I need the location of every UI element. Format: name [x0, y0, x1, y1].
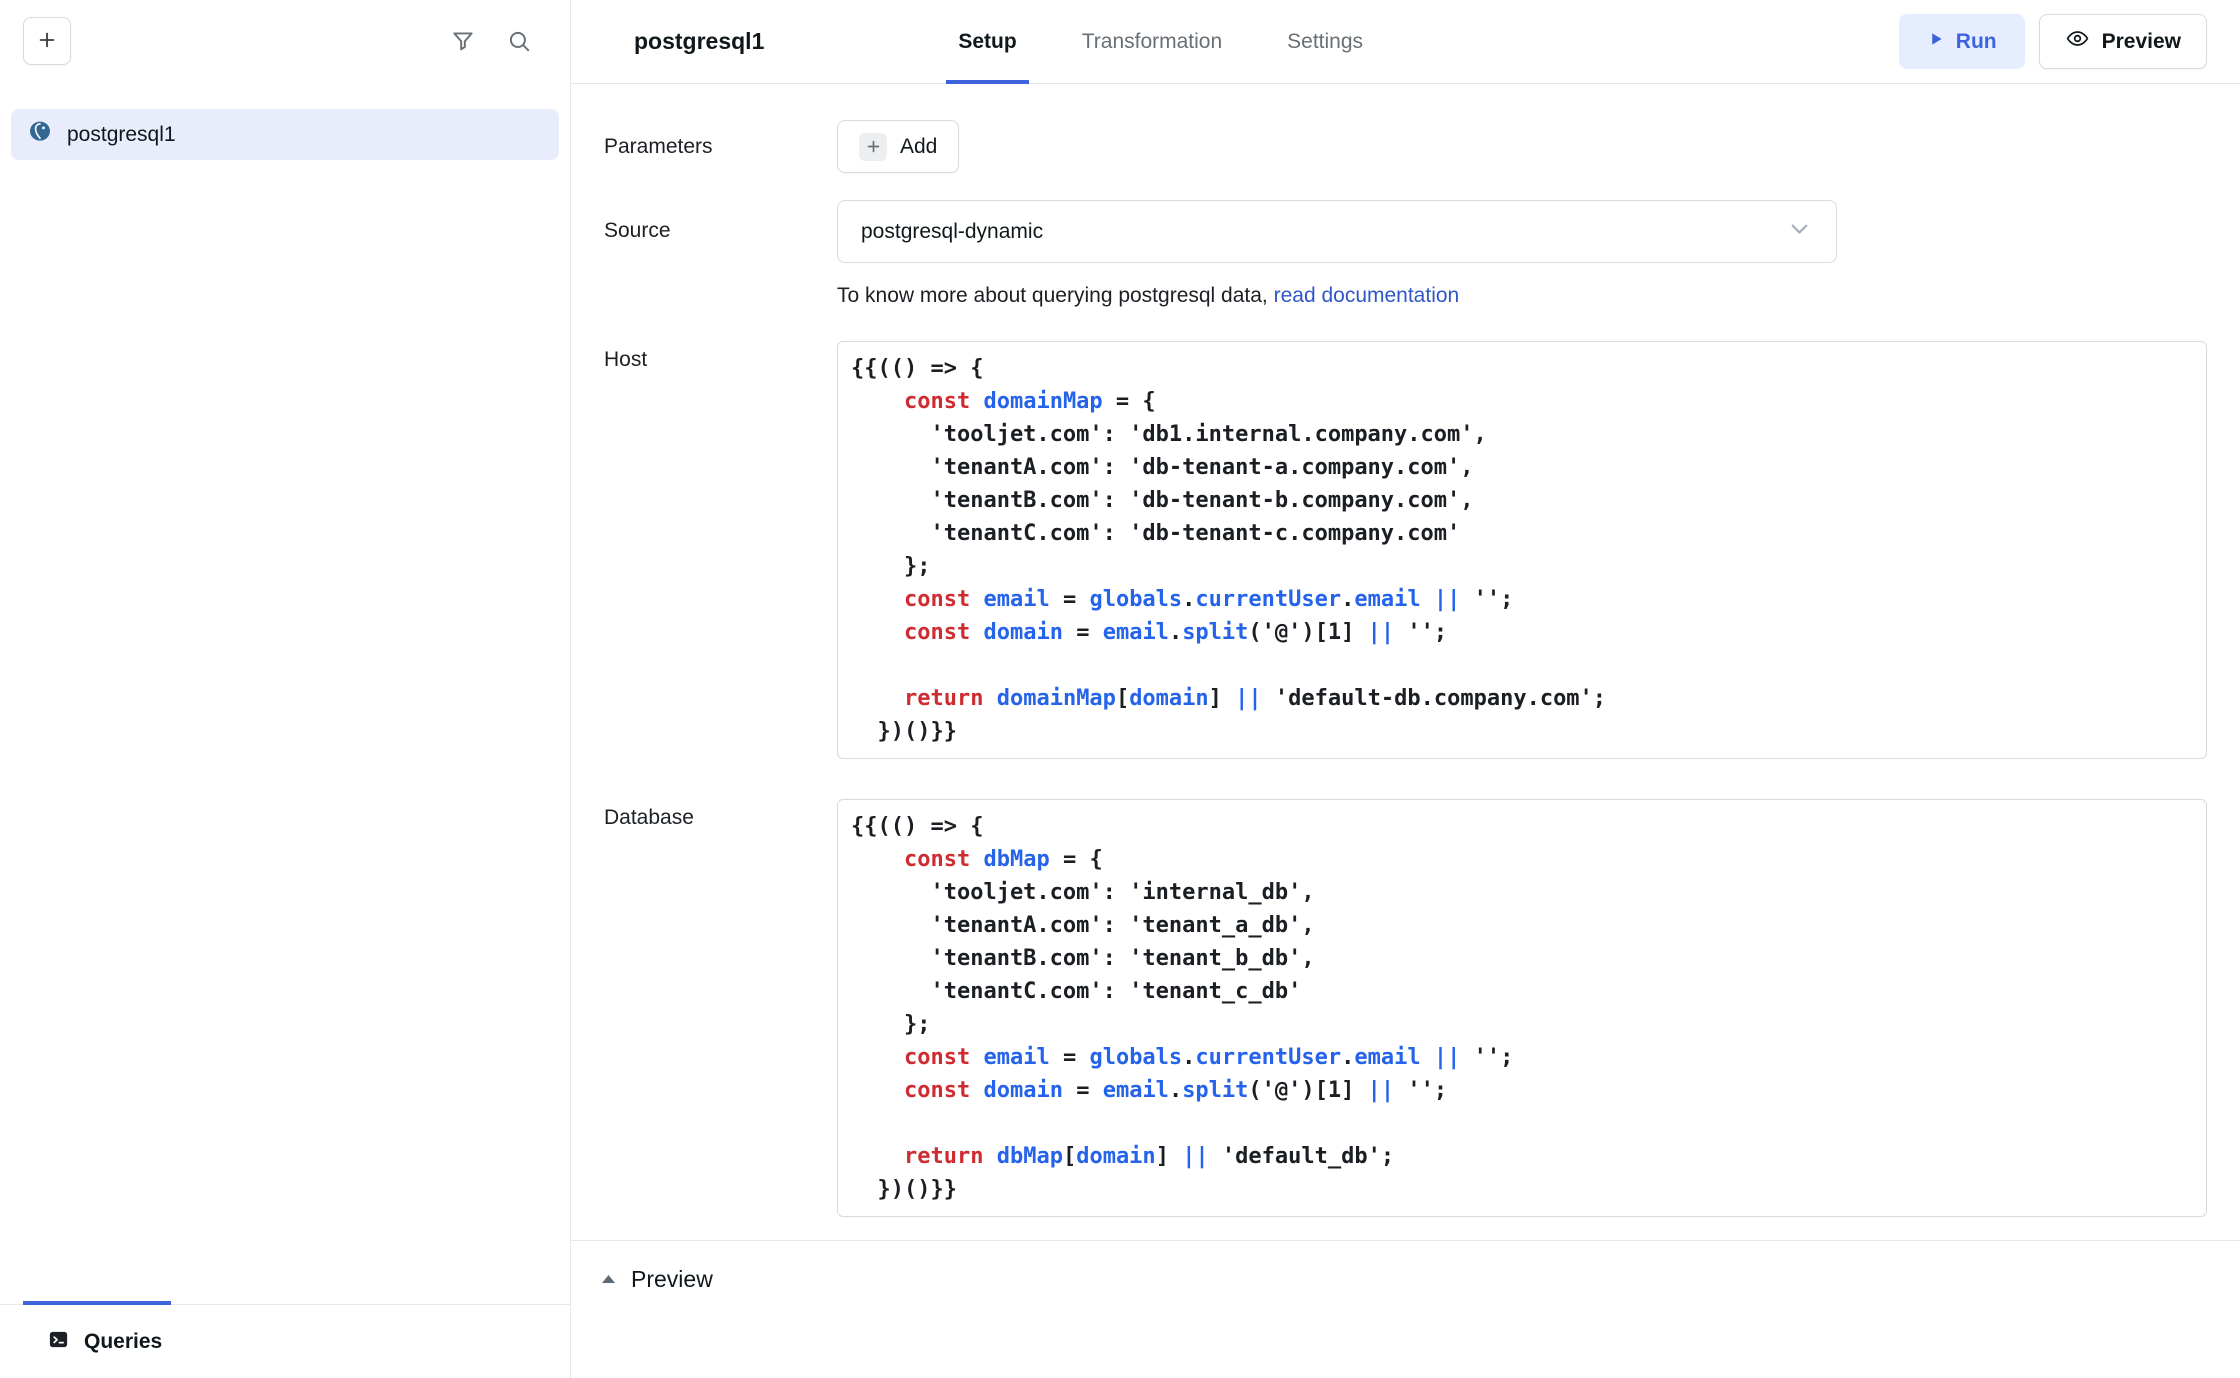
add-parameter-label: Add: [900, 135, 937, 159]
preview-section-label: Preview: [631, 1266, 713, 1293]
source-help-prefix: To know more about querying postgresql d…: [837, 284, 1274, 307]
database-label: Database: [604, 799, 837, 830]
queries-panel-label: Queries: [84, 1330, 162, 1354]
query-sidebar: postgresql1 Queries: [0, 0, 571, 1378]
setup-form: Parameters Add Source postgresql-dynamic: [571, 84, 2240, 1240]
postgresql-icon: [27, 119, 53, 150]
source-select[interactable]: postgresql-dynamic: [837, 200, 1837, 263]
new-query-button[interactable]: [23, 17, 71, 65]
tab-transformation[interactable]: Transformation: [1078, 0, 1226, 83]
preview-section-toggle[interactable]: Preview: [601, 1266, 713, 1293]
tab-settings[interactable]: Settings: [1283, 0, 1367, 83]
filter-icon[interactable]: [450, 28, 476, 54]
query-item-label: postgresql1: [67, 123, 176, 147]
header-actions: Run Preview: [1899, 14, 2207, 69]
sidebar-footer: Queries: [0, 1304, 570, 1378]
run-button-label: Run: [1956, 30, 1997, 54]
database-code-editor[interactable]: {{(() => { const dbMap = { 'tooljet.com'…: [837, 799, 2207, 1217]
queries-console-icon: [47, 1328, 70, 1356]
query-editor-main: postgresql1 Setup Transformation Setting…: [571, 0, 2240, 1378]
query-editor-header: postgresql1 Setup Transformation Setting…: [571, 0, 2240, 84]
preview-button[interactable]: Preview: [2039, 14, 2207, 69]
add-parameter-button[interactable]: Add: [837, 120, 959, 173]
active-panel-indicator: [23, 1301, 171, 1305]
eye-icon: [2065, 26, 2090, 57]
queries-panel-tab[interactable]: Queries: [47, 1328, 162, 1356]
plus-icon: [859, 133, 887, 161]
sidebar-toolbar-icons: [450, 28, 532, 54]
plus-icon: [36, 29, 58, 54]
triangle-up-icon: [601, 1271, 616, 1289]
host-row: Host {{(() => { const domainMap = { 'too…: [604, 341, 2207, 759]
source-label: Source: [604, 200, 837, 243]
play-icon: [1927, 30, 1945, 54]
query-title: postgresql1: [634, 28, 764, 55]
editor-tabs: Setup Transformation Settings: [954, 0, 1367, 83]
query-list: postgresql1: [0, 65, 570, 1304]
source-row: Source postgresql-dynamic To know more a…: [604, 200, 2207, 308]
preview-button-label: Preview: [2102, 30, 2181, 54]
source-select-value: postgresql-dynamic: [861, 220, 1043, 244]
host-code-editor[interactable]: {{(() => { const domainMap = { 'tooljet.…: [837, 341, 2207, 759]
database-row: Database {{(() => { const dbMap = { 'too…: [604, 799, 2207, 1217]
read-documentation-link[interactable]: read documentation: [1274, 284, 1460, 307]
search-icon[interactable]: [506, 28, 532, 54]
sidebar-toolbar: [0, 0, 570, 65]
tab-setup[interactable]: Setup: [954, 0, 1020, 83]
query-list-item-postgresql1[interactable]: postgresql1: [11, 109, 559, 160]
source-help-text: To know more about querying postgresql d…: [837, 284, 2207, 308]
parameters-label: Parameters: [604, 135, 837, 159]
source-field: postgresql-dynamic To know more about qu…: [837, 200, 2207, 308]
host-label: Host: [604, 341, 837, 372]
preview-section: Preview: [571, 1240, 2240, 1378]
chevron-down-icon: [1786, 215, 1813, 248]
parameters-row: Parameters Add: [604, 120, 2207, 173]
run-button[interactable]: Run: [1899, 14, 2025, 69]
